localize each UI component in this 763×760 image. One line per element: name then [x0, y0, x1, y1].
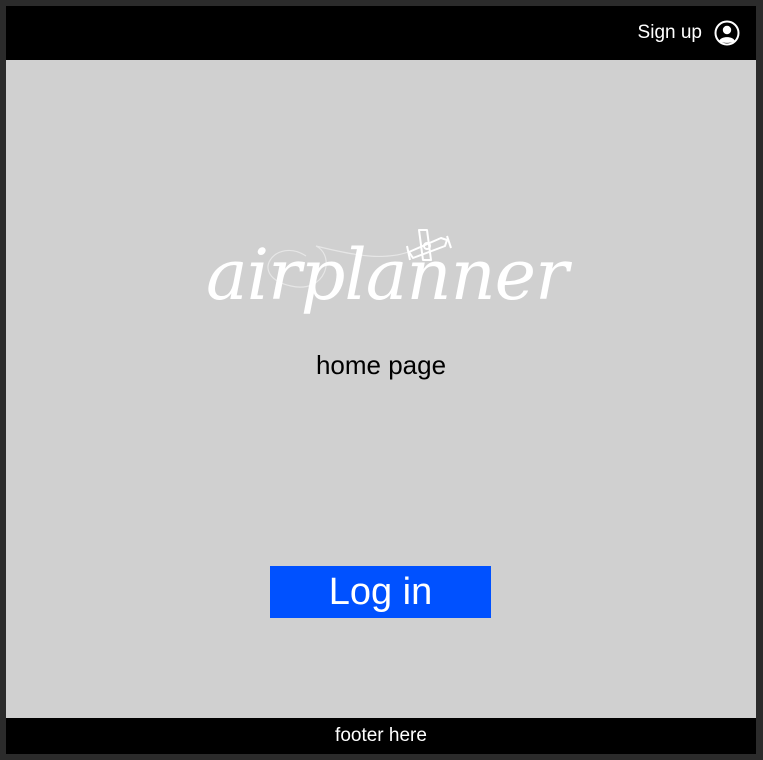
footer: footer here [6, 718, 756, 754]
logo-wordmark: airplanner [206, 234, 569, 316]
login-button[interactable]: Log in [270, 566, 491, 618]
airplanner-logo: airplanner [206, 216, 569, 346]
footer-text: footer here [335, 725, 427, 746]
biplane-icon [401, 224, 457, 273]
sign-up-link[interactable]: Sign up [638, 20, 740, 46]
top-bar: Sign up [6, 6, 756, 60]
page-subtitle: home page [315, 350, 447, 380]
user-circle-icon [714, 20, 740, 46]
sign-up-label: Sign up [637, 22, 702, 43]
app-window: Sign up airplanner home page Log in foot… [6, 6, 756, 754]
